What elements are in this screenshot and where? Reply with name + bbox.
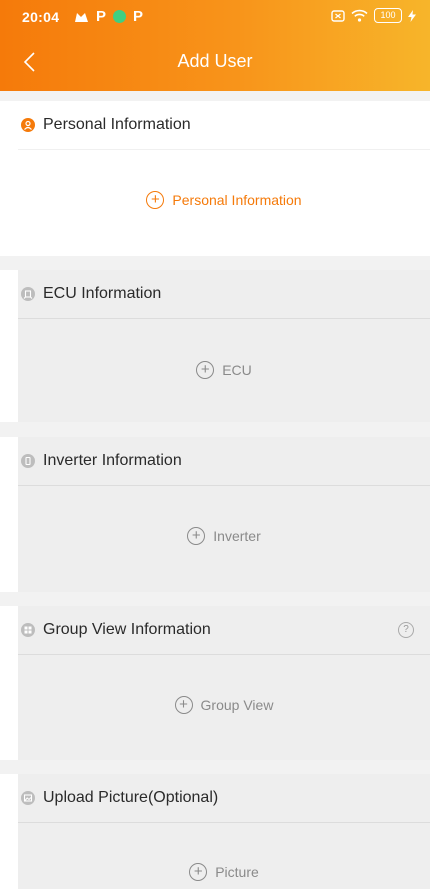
section-gap (0, 91, 430, 101)
user-icon (21, 118, 35, 132)
add-icon: + (187, 527, 206, 545)
wifi-icon (351, 9, 368, 22)
inverter-info-section: Inverter Information + Inverter (18, 437, 430, 592)
notification-app-icon (74, 11, 89, 23)
page-title: Add User (177, 51, 253, 71)
section-gap (0, 256, 430, 270)
add-picture-button[interactable]: + Picture (18, 863, 430, 881)
section-gap (0, 592, 430, 606)
section-title: Inverter Information (43, 452, 182, 469)
section-title: ECU Information (43, 285, 162, 302)
upload-picture-section: Upload Picture(Optional) + Picture (18, 774, 430, 889)
charging-icon (408, 9, 416, 22)
top-bar: 20:04 P P 100 Add User (0, 0, 430, 91)
add-icon: + (196, 361, 215, 379)
parking-app-icon: P (96, 8, 107, 25)
add-user-page: 20:04 P P 100 Add User Personal Informat… (0, 0, 430, 889)
ecu-icon (21, 287, 35, 301)
add-icon: + (189, 863, 208, 881)
add-inverter-button[interactable]: + Inverter (18, 527, 430, 545)
section-title: Group View Information (43, 621, 211, 638)
parking-app-icon-2: P (133, 8, 144, 25)
image-icon (21, 791, 35, 805)
add-ecu-button[interactable]: + ECU (18, 361, 430, 379)
add-group-view-button[interactable]: + Group View (18, 696, 430, 714)
inverter-icon (21, 454, 35, 468)
help-icon[interactable]: ? (398, 622, 414, 638)
status-time: 20:04 (22, 9, 60, 25)
section-gap (0, 422, 430, 437)
section-gap (0, 760, 430, 774)
personal-info-section: Personal Information + Personal Informat… (18, 101, 430, 256)
add-personal-info-button[interactable]: + Personal Information (18, 191, 430, 209)
add-icon: + (146, 191, 165, 209)
app-badge-icon (113, 10, 127, 23)
add-icon: + (174, 696, 193, 714)
section-title: Upload Picture(Optional) (43, 789, 219, 806)
section-title: Personal Information (43, 116, 191, 133)
ecu-info-section: ECU Information + ECU (18, 270, 430, 422)
status-bar: 20:04 P P 100 (0, 0, 430, 34)
group-view-info-section: Group View Information ? + Group View (18, 606, 430, 760)
sim-icon (331, 9, 345, 22)
grid-icon (21, 623, 35, 637)
battery-icon: 100 (374, 8, 402, 23)
